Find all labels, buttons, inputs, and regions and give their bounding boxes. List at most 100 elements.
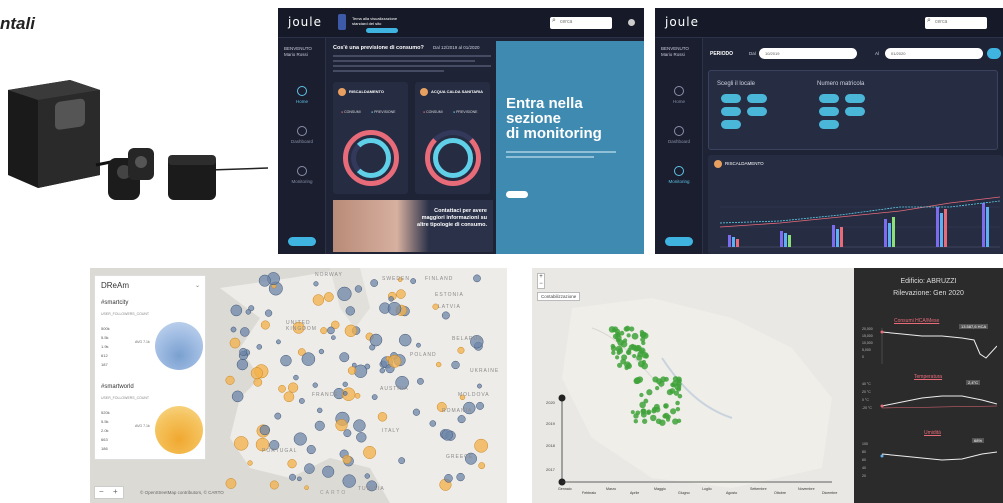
- map-bubble[interactable]: [274, 412, 282, 420]
- map-bubble[interactable]: [342, 391, 348, 396]
- serial-pill[interactable]: [819, 120, 839, 129]
- zoom-in-button[interactable]: +: [113, 487, 118, 496]
- map-point[interactable]: [675, 407, 681, 412]
- serial-pill[interactable]: [819, 107, 839, 116]
- map-bubble[interactable]: [476, 402, 484, 410]
- map-bubble[interactable]: [388, 354, 402, 368]
- map-point[interactable]: [670, 408, 677, 415]
- map-bubble[interactable]: [364, 473, 370, 479]
- zoom-in-button[interactable]: +: [538, 274, 544, 281]
- map-point[interactable]: [636, 354, 643, 361]
- europe-bubble-map[interactable]: DReAm ⌄ #smartcity USER_FOLLOWERS_COUNT …: [90, 268, 507, 503]
- map-bubble[interactable]: [342, 454, 352, 464]
- map-bubble[interactable]: [369, 333, 383, 347]
- map-bubble[interactable]: [231, 390, 244, 403]
- map-bubble[interactable]: [259, 424, 271, 436]
- map-bubble[interactable]: [456, 472, 465, 482]
- map-bubble[interactable]: [351, 362, 357, 368]
- map-bubble[interactable]: [451, 360, 460, 370]
- map-bubble[interactable]: [387, 301, 402, 316]
- map-bubble[interactable]: [240, 327, 250, 337]
- map-bubble[interactable]: [276, 339, 281, 345]
- zoom-out-button[interactable]: −: [538, 281, 544, 288]
- map-bubble[interactable]: [353, 364, 368, 378]
- map-bubble[interactable]: [379, 367, 385, 374]
- map-bubble[interactable]: [287, 459, 297, 469]
- map-point[interactable]: [640, 331, 647, 339]
- sidebar-item-dashboard[interactable]: Dashboard: [655, 126, 703, 144]
- map-point[interactable]: [646, 409, 652, 415]
- map-bubble[interactable]: [345, 306, 355, 316]
- map-point[interactable]: [630, 410, 635, 415]
- map-bubble[interactable]: [278, 384, 286, 393]
- monitoring-enter-button[interactable]: [506, 191, 528, 198]
- map-bubble[interactable]: [312, 382, 318, 388]
- map-point[interactable]: [656, 378, 663, 385]
- map-bubble[interactable]: [293, 432, 307, 446]
- map-point[interactable]: [663, 404, 668, 409]
- map-bubble[interactable]: [269, 480, 279, 490]
- map-bubble[interactable]: [258, 274, 271, 287]
- map-point[interactable]: [630, 343, 635, 349]
- map-bubble[interactable]: [283, 391, 295, 403]
- map-point[interactable]: [643, 353, 649, 359]
- map-bubble[interactable]: [343, 429, 352, 438]
- map-point[interactable]: [654, 406, 661, 413]
- map-bubble[interactable]: [396, 289, 406, 299]
- map-bubble[interactable]: [322, 465, 335, 478]
- map-point[interactable]: [641, 340, 646, 346]
- map-bubble[interactable]: [477, 383, 482, 389]
- map-bubble[interactable]: [293, 374, 299, 381]
- map-point[interactable]: [631, 332, 639, 340]
- map-point[interactable]: [639, 392, 644, 398]
- map-point[interactable]: [608, 326, 616, 333]
- map-bubble[interactable]: [417, 377, 424, 385]
- contact-promo-banner[interactable]: Contattaci per avere maggiori informazio…: [333, 200, 493, 252]
- to-date-input[interactable]: 01/2020: [885, 48, 983, 59]
- map-point[interactable]: [675, 400, 680, 406]
- locale-pill[interactable]: [721, 107, 741, 116]
- layer-toggle[interactable]: Contabilizzazione: [537, 292, 581, 301]
- map-bubble[interactable]: [327, 326, 335, 335]
- map-bubble[interactable]: [289, 473, 296, 481]
- map-bubble[interactable]: [429, 420, 437, 427]
- map-bubble[interactable]: [337, 286, 352, 301]
- map-bubble[interactable]: [301, 352, 316, 366]
- map-bubble[interactable]: [317, 407, 323, 414]
- map-bubble[interactable]: [388, 296, 394, 302]
- map-bubble[interactable]: [250, 367, 263, 380]
- map-bubble[interactable]: [230, 304, 243, 317]
- map-bubble[interactable]: [230, 326, 237, 333]
- map-bubble[interactable]: [370, 279, 379, 287]
- map-bubble[interactable]: [331, 335, 336, 340]
- map-bubble[interactable]: [412, 408, 420, 416]
- search-input[interactable]: cerca: [550, 17, 612, 29]
- map-point[interactable]: [672, 376, 679, 382]
- locale-pill[interactable]: [721, 120, 741, 129]
- from-date-input[interactable]: 10/2019: [759, 48, 857, 59]
- apply-period-button[interactable]: [987, 48, 1001, 59]
- map-bubble[interactable]: [312, 294, 325, 306]
- map-bubble[interactable]: [225, 478, 237, 489]
- map-bubble[interactable]: [473, 274, 481, 283]
- zoom-control[interactable]: + −: [537, 273, 545, 289]
- map-bubble[interactable]: [304, 463, 315, 474]
- map-point[interactable]: [624, 361, 631, 369]
- map-point[interactable]: [635, 410, 641, 416]
- map-point[interactable]: [672, 418, 679, 425]
- map-bubble[interactable]: [354, 285, 363, 293]
- map-bubble[interactable]: [264, 309, 273, 317]
- map-bubble[interactable]: [457, 346, 465, 354]
- map-bubble[interactable]: [335, 419, 348, 432]
- map-bubble[interactable]: [398, 457, 406, 465]
- map-point[interactable]: [664, 376, 669, 382]
- map-bubble[interactable]: [377, 412, 388, 422]
- serial-pill[interactable]: [845, 94, 865, 103]
- notice-button[interactable]: [366, 28, 398, 33]
- sidebar-action-button[interactable]: [288, 237, 316, 246]
- map-point[interactable]: [677, 393, 683, 399]
- map-bubble[interactable]: [478, 462, 486, 470]
- map-point[interactable]: [662, 413, 668, 419]
- map-bubble[interactable]: [354, 392, 361, 399]
- locale-pill[interactable]: [747, 107, 767, 116]
